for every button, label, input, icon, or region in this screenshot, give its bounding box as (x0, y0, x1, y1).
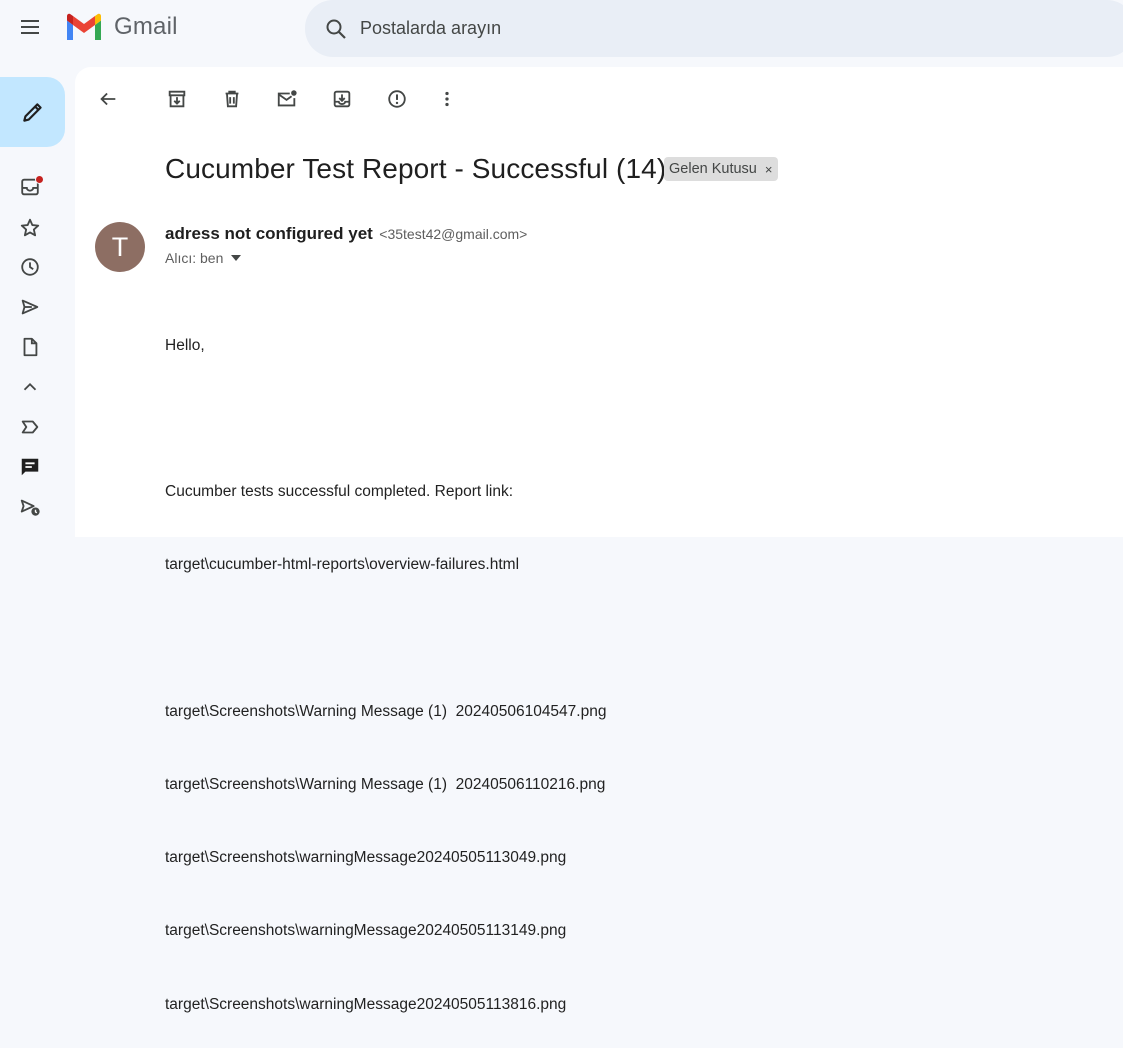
send-icon (21, 299, 39, 315)
top-bar: Gmail (0, 0, 1123, 57)
archive-button[interactable] (160, 82, 194, 116)
report-spam-icon (388, 90, 406, 108)
sent-nav[interactable] (14, 291, 46, 323)
menu-icon (21, 20, 39, 34)
back-icon (100, 92, 116, 106)
recipient-details-toggle[interactable]: Alıcı: ben (165, 250, 242, 266)
sender-avatar[interactable]: T (95, 222, 145, 272)
body-line: target\Screenshots\warningMessage2024050… (165, 849, 567, 867)
label-chip[interactable]: Gelen Kutusu × (664, 157, 779, 181)
unread-indicator (35, 175, 44, 184)
mark-unread-icon (277, 90, 297, 107)
sender-line: adress not configured yet <35test42@gmai… (165, 224, 527, 244)
snoozed-nav[interactable] (14, 251, 46, 283)
body-line (165, 407, 606, 431)
mark-unread-button[interactable] (270, 82, 304, 116)
star-icon (20, 218, 40, 237)
clock-icon (21, 258, 39, 276)
sender-name[interactable]: adress not configured yet (165, 224, 373, 243)
search-input[interactable] (360, 14, 1060, 42)
body-line: target\Screenshots\Warning Message (1) 2… (165, 776, 606, 794)
search-icon[interactable] (321, 14, 351, 44)
body-line: target\Screenshots\Warning Message (1) 2… (165, 702, 607, 720)
archive-icon (168, 90, 186, 108)
more-vert-icon (445, 91, 449, 107)
sender-email: <35test42@gmail.com> (379, 226, 528, 242)
main-menu-button[interactable] (10, 7, 50, 47)
scheduled-nav[interactable] (14, 491, 46, 523)
body-line: target\Screenshots\warningMessage2024050… (165, 922, 567, 940)
remove-label-button[interactable]: × (765, 162, 773, 177)
more-options-button[interactable] (430, 82, 464, 116)
move-to-icon (333, 90, 351, 108)
chat-icon (21, 458, 39, 476)
pencil-icon (22, 103, 42, 122)
app-title: Gmail (114, 13, 178, 40)
chevron-up-icon (23, 382, 37, 391)
compose-button[interactable] (0, 77, 65, 147)
email-body: Hello, Cucumber tests successful complet… (165, 285, 606, 1048)
caret-down-icon (231, 255, 242, 261)
report-spam-button[interactable] (380, 82, 414, 116)
move-to-button[interactable] (325, 82, 359, 116)
body-line: Cucumber tests successful completed. Rep… (165, 483, 514, 501)
search-bar[interactable] (305, 0, 1123, 57)
body-line: target\cucumber-html-reports\overview-fa… (165, 556, 520, 574)
scheduled-send-icon (20, 499, 40, 516)
gmail-m-icon (67, 13, 101, 40)
inbox-nav[interactable] (14, 171, 46, 203)
message-panel: Cucumber Test Report - Successful (14) G… (75, 67, 1123, 1013)
delete-icon (225, 90, 239, 108)
back-button[interactable] (91, 82, 125, 116)
label-important-icon (21, 420, 39, 434)
body-line: Hello, (165, 336, 205, 354)
label-chip-text: Gelen Kutusu (669, 161, 757, 177)
starred-nav[interactable] (14, 212, 46, 244)
chat-nav[interactable] (14, 451, 46, 483)
important-nav[interactable] (14, 411, 46, 443)
file-icon (23, 337, 38, 357)
recipient-text: Alıcı: ben (165, 250, 224, 266)
body-line: target\Screenshots\warningMessage2024050… (165, 995, 567, 1013)
delete-button[interactable] (215, 82, 249, 116)
drafts-nav[interactable] (14, 331, 46, 363)
body-line (165, 627, 606, 651)
email-subject: Cucumber Test Report - Successful (14) (165, 153, 667, 184)
gmail-logo[interactable]: Gmail (64, 11, 178, 43)
less-nav[interactable] (14, 371, 46, 403)
